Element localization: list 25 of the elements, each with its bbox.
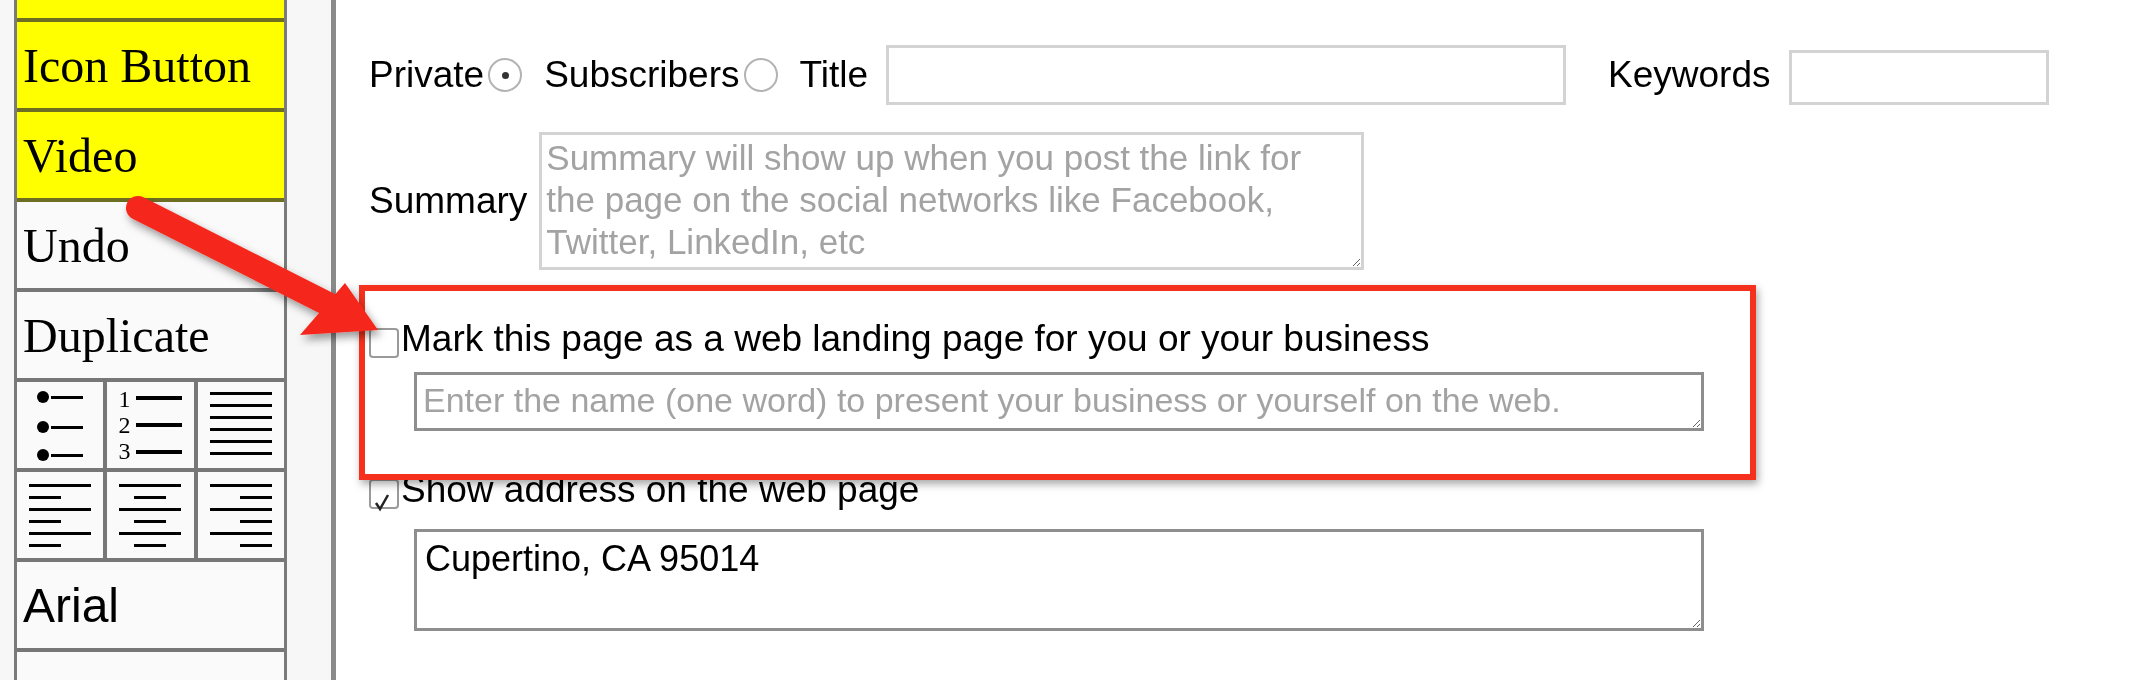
sidebar-item[interactable]: Duplicate bbox=[17, 292, 284, 382]
radio-label: Subscribers bbox=[544, 54, 740, 96]
sidebar-item[interactable] bbox=[17, 0, 284, 22]
keywords-field[interactable] bbox=[1788, 50, 2049, 105]
checkbox-label: Mark this page as a web landing page for you or your business bbox=[401, 318, 1430, 360]
list-numbers: 1 2 3 bbox=[118, 386, 131, 464]
justify-icon bbox=[209, 392, 272, 458]
address-field[interactable]: Cupertino, CA 95014 bbox=[414, 529, 1704, 631]
landing-name-field[interactable]: Enter the name (one word) to present your business or yourself on the web. bbox=[414, 372, 1704, 431]
numbered-list-button[interactable]: 1 2 3 bbox=[107, 382, 198, 468]
radio-button[interactable] bbox=[488, 58, 523, 92]
sidebar-item[interactable]: Icon Button bbox=[17, 22, 284, 112]
summary-label: Summary bbox=[369, 180, 528, 222]
sidebar-item[interactable]: Undo bbox=[17, 202, 284, 292]
summary-field[interactable]: Summary will show up when you post the link for the page on the social networks like Facebook, Twitter, LinkedIn, etc bbox=[539, 132, 1365, 270]
title-label: Title bbox=[799, 54, 869, 96]
checkbox[interactable] bbox=[369, 479, 399, 509]
title-field[interactable] bbox=[886, 45, 1567, 105]
bulleted-list-icon bbox=[35, 389, 86, 461]
radio-button[interactable] bbox=[743, 58, 778, 92]
checkbox[interactable] bbox=[369, 328, 399, 358]
sidebar-item[interactable]: Video bbox=[17, 112, 284, 202]
radio-label: Private bbox=[369, 54, 485, 96]
keywords-label: Keywords bbox=[1608, 54, 1771, 96]
sidebar-item[interactable]: Arial bbox=[17, 562, 284, 652]
